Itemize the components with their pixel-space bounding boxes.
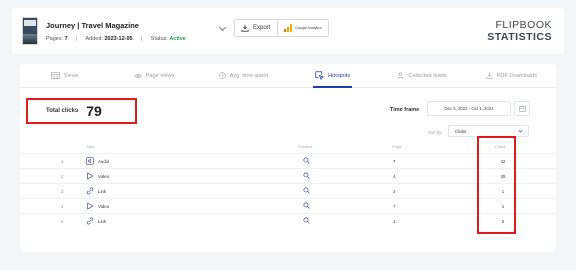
row-page: 1 (393, 219, 396, 224)
tab-page-views-label: Page views (145, 72, 175, 79)
meta-divider (76, 35, 78, 41)
link-icon (86, 217, 94, 225)
chevron-down-icon[interactable] (218, 23, 227, 32)
search-icon (303, 187, 310, 194)
row-type: Link (86, 217, 106, 225)
flipbook-thumbnail[interactable] (22, 17, 38, 45)
export-label: Export (253, 25, 271, 31)
google-analytics-button[interactable]: Google Analytics (277, 19, 329, 37)
row-type: Audio (86, 157, 109, 165)
preview-button[interactable] (303, 172, 310, 180)
sort-by-value: Clicks (455, 128, 467, 134)
meta-divider (141, 35, 143, 41)
row-page: 4 (393, 174, 396, 179)
status-badge: Active (169, 36, 186, 42)
hotspot-cursor-icon (315, 71, 325, 80)
calendar-icon (518, 105, 526, 112)
export-button[interactable]: Export (234, 19, 280, 37)
download-icon (241, 24, 249, 32)
search-icon (303, 217, 310, 224)
tab-avg-time[interactable]: Avg. time spent (199, 64, 288, 87)
flipbook-meta: Pages: 7 Added: 2023-12-05 Status: Activ… (46, 35, 186, 42)
row-type-label: Link (98, 188, 107, 194)
row-type-label: Video (98, 203, 110, 209)
table-row: 1 Audio 7 42 (20, 153, 556, 168)
row-page: 7 (393, 204, 396, 209)
tab-page-views[interactable]: Page views (109, 64, 198, 87)
tab-views-label: Views (63, 72, 79, 79)
row-type-label: Audio (98, 158, 110, 164)
calendar-button[interactable] (514, 101, 530, 116)
row-type-label: Link (98, 218, 107, 224)
row-number: 4 (61, 204, 64, 209)
statistics-panel: Views Page views Avg. time spent Hotspot… (20, 64, 556, 252)
play-icon (87, 202, 94, 210)
col-page: Page (392, 144, 402, 149)
flipbook-title: Journey | Travel Magazine (46, 21, 139, 30)
stats-tabs: Views Page views Avg. time spent Hotspot… (20, 64, 556, 88)
flipbook-header: Journey | Travel Magazine Pages: 7 Added… (12, 8, 564, 54)
search-icon (303, 202, 310, 209)
search-icon (303, 157, 310, 164)
brand-line1: FLIPBOOK (495, 19, 552, 31)
row-number: 1 (61, 159, 64, 164)
views-icon (50, 72, 60, 79)
sort-by-label: Sort by (428, 130, 442, 135)
row-type: Video (86, 172, 109, 180)
table-row: 5 Link 1 0 (20, 213, 556, 228)
added-value: 2023-12-05 (104, 36, 133, 42)
row-number: 2 (61, 174, 64, 179)
added-label: Added: (85, 36, 103, 42)
brand-line2: STATISTICS (487, 30, 552, 43)
row-type: Link (86, 187, 106, 195)
user-icon (397, 72, 404, 79)
time-frame-value: Dec 5, 2023 - Oct 1, 2024 (444, 106, 494, 111)
row-number: 5 (61, 219, 64, 224)
col-type: Type (86, 144, 95, 149)
link-icon (86, 187, 94, 195)
brand-logo: FLIPBOOK STATISTICS (487, 20, 552, 42)
clock-icon (218, 72, 226, 79)
table-header: Type Preview Page Clicks (20, 142, 556, 152)
tab-hotspots[interactable]: Hotspots (288, 64, 377, 88)
google-analytics-icon (284, 24, 292, 32)
time-frame-label: Time frame (390, 107, 420, 113)
pages-value: 7 (64, 36, 68, 42)
clicks-column-highlight (477, 136, 516, 234)
table-row: 3 Link 2 1 (20, 183, 556, 198)
eye-icon (133, 73, 142, 78)
col-preview: Preview (298, 144, 313, 149)
total-clicks-box: Total clicks 79 (26, 98, 137, 124)
table-row: 4 Video 7 1 (20, 198, 556, 213)
tab-collected-leads[interactable]: Collected leads (377, 64, 466, 87)
row-page: 2 (393, 189, 396, 194)
chevron-down-icon (518, 128, 523, 133)
total-clicks-label: Total clicks (46, 108, 79, 114)
tab-collected-leads-label: Collected leads (408, 72, 447, 79)
row-number: 3 (61, 189, 64, 194)
audio-icon (86, 157, 94, 165)
tab-hotspots-label: Hotspots (328, 72, 351, 79)
row-type-label: Video (98, 173, 110, 179)
hotspots-table: 1 Audio 7 42 2 Video 4 35 3 Link 2 1 4 V… (20, 153, 556, 228)
pages-label: Pages: (46, 36, 64, 42)
status-label: Status: (150, 36, 168, 42)
tab-pdf-downloads[interactable]: PDF Downloads (467, 64, 556, 87)
google-analytics-label: Google Analytics (295, 26, 322, 30)
row-type: Video (86, 202, 109, 210)
preview-button[interactable] (303, 187, 310, 195)
total-clicks-value: 79 (86, 103, 102, 119)
preview-button[interactable] (303, 157, 310, 165)
tab-views[interactable]: Views (20, 64, 109, 87)
time-frame-input[interactable]: Dec 5, 2023 - Oct 1, 2024 (427, 101, 511, 116)
play-icon (87, 172, 94, 180)
table-row: 2 Video 4 35 (20, 168, 556, 183)
download-icon (485, 72, 493, 79)
row-page: 7 (393, 159, 396, 164)
tab-pdf-downloads-label: PDF Downloads (496, 72, 538, 79)
tab-avg-time-label: Avg. time spent (229, 72, 269, 79)
preview-button[interactable] (303, 202, 310, 210)
search-icon (303, 172, 310, 179)
preview-button[interactable] (303, 217, 310, 225)
